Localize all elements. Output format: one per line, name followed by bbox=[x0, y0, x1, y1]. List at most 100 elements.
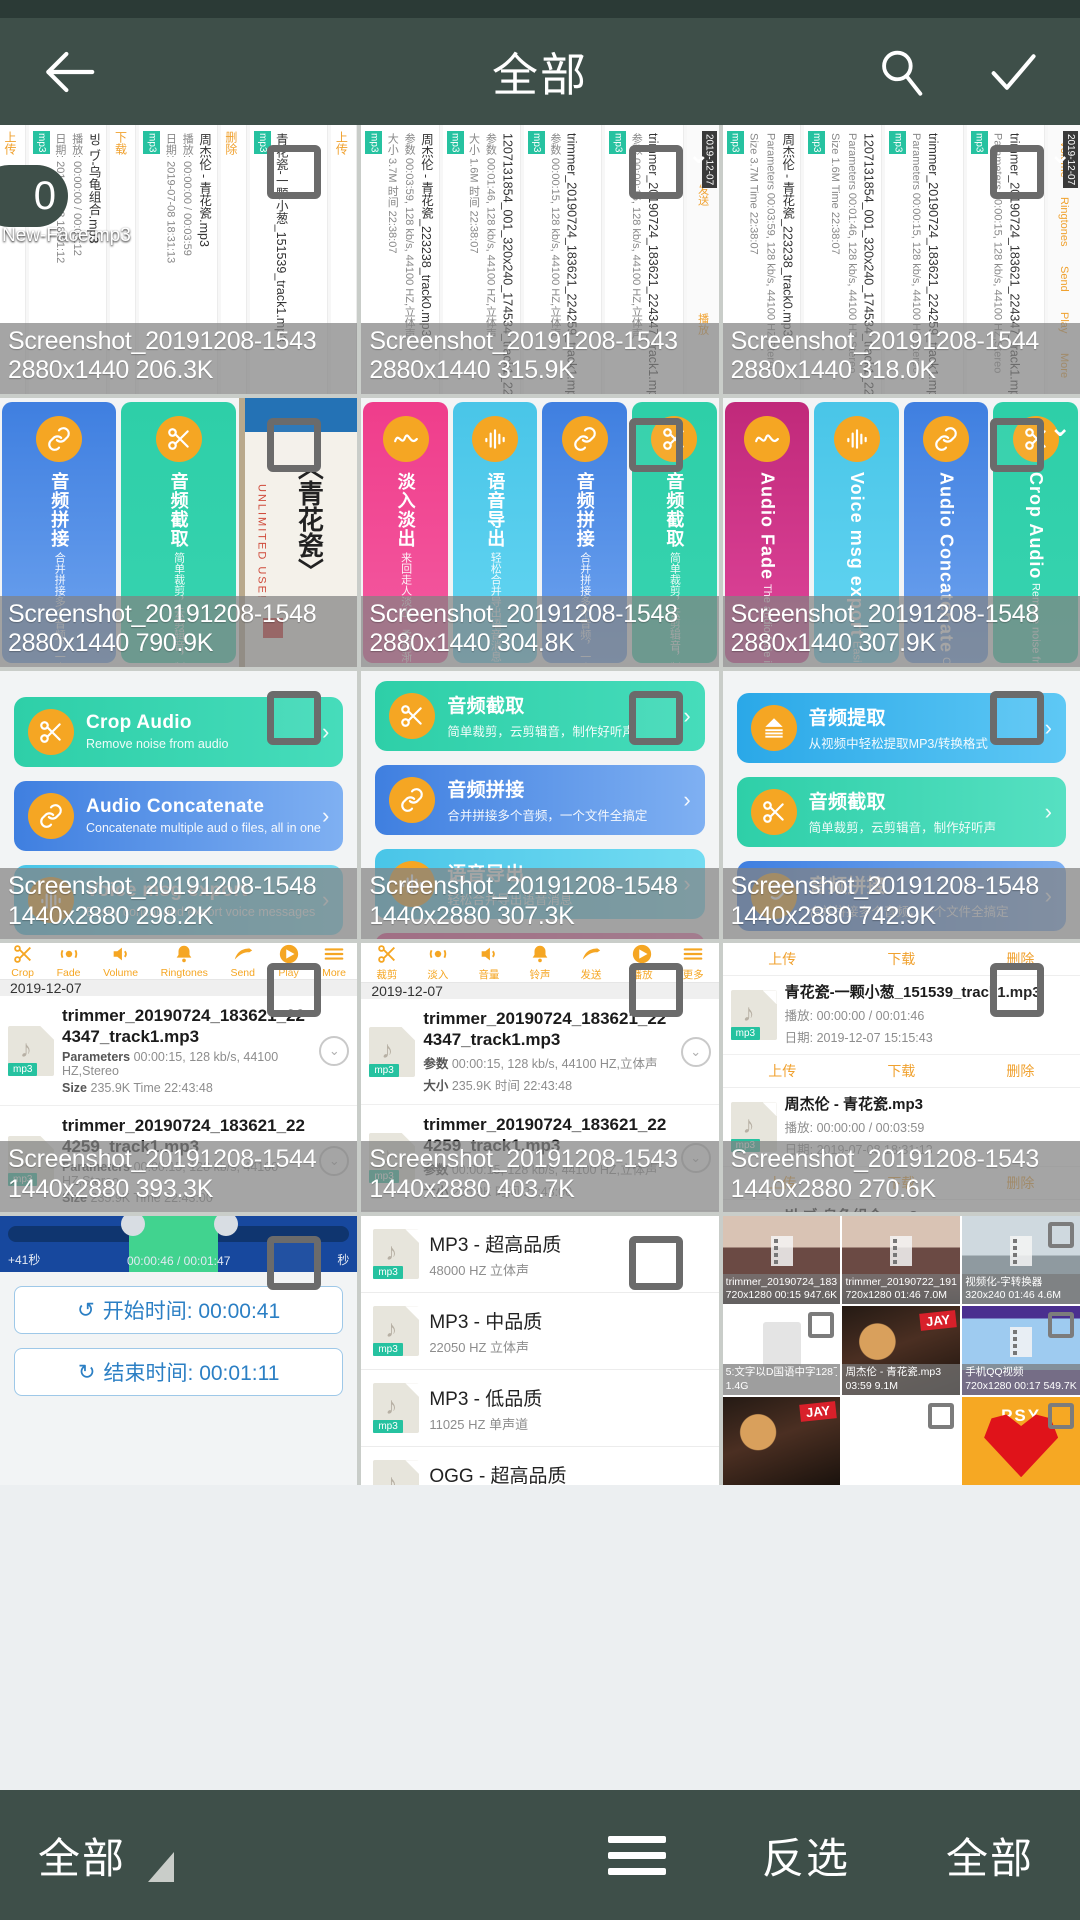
search-icon[interactable] bbox=[872, 43, 930, 101]
check-icon[interactable] bbox=[984, 43, 1042, 101]
grid-item[interactable]: trimmer_20190724_183621...720x1280 00:15… bbox=[722, 1216, 1080, 1485]
expand-chevron-icon[interactable]: ⌄ bbox=[319, 1035, 350, 1066]
media-tile[interactable]: JAY bbox=[722, 1396, 841, 1485]
select-checkbox[interactable] bbox=[990, 145, 1044, 199]
quality-row[interactable]: ♪ mp3 MP3 - 中品质 22050 HZ 立体声 bbox=[361, 1293, 719, 1371]
download-action[interactable]: 下载 bbox=[887, 1061, 915, 1081]
thumb-name: Screenshot_20191208-1548 bbox=[730, 599, 1040, 628]
grid-item[interactable]: 上传 mp3 빙 ヷ-乌龟组合.mp3 播放: 00:00:00 / 00:03… bbox=[0, 125, 358, 394]
mp3-chip: mp3 bbox=[33, 131, 50, 155]
grid-item[interactable]: Audio Fade The audio fade in and out, gi… bbox=[722, 397, 1080, 667]
card-subtitle: 简单裁剪，云剪辑音，制作好听声 bbox=[447, 725, 635, 740]
select-checkbox[interactable] bbox=[928, 1402, 955, 1429]
toolbar-volume[interactable]: Volume bbox=[103, 943, 138, 979]
media-tile[interactable]: 5:文字以D国语中字128丁富1.4G bbox=[722, 1306, 841, 1395]
card-subtitle: Remove noise from audio bbox=[86, 737, 229, 752]
feature-card[interactable]: 音频拼接 合并拼接多个音频，一个文件全搞定 › bbox=[375, 764, 705, 835]
select-checkbox[interactable] bbox=[628, 690, 683, 745]
thumbnail-caption: Screenshot_20191208-1543 1440x2880 403.7… bbox=[361, 1141, 719, 1213]
select-checkbox[interactable] bbox=[990, 963, 1044, 1018]
ringtones-label[interactable]: Ringtones bbox=[1058, 197, 1070, 247]
select-checkbox[interactable] bbox=[1048, 1222, 1074, 1249]
upload-action[interactable]: 上传 bbox=[768, 949, 796, 969]
select-checkbox[interactable] bbox=[808, 1312, 835, 1339]
thumb-meta: 2880x1440 304.8K bbox=[369, 629, 575, 658]
media-tile[interactable]: PSY bbox=[962, 1396, 1080, 1485]
invert-selection-button[interactable]: 反选 bbox=[762, 1825, 850, 1886]
expand-chevron-icon[interactable]: ⌄ bbox=[680, 1036, 711, 1067]
play-progress: 播放: 00:00:00 / 00:03:59 bbox=[784, 1121, 925, 1136]
expand-chevron-icon[interactable]: ⌄ bbox=[688, 139, 710, 170]
feature-card[interactable]: Audio Concatenate Concatenate multiple a… bbox=[14, 780, 344, 851]
media-tile[interactable]: trimmer_20190722_191934...720x1280 01:46… bbox=[842, 1216, 961, 1305]
media-tile[interactable]: trimmer_20190724_183621...720x1280 00:15… bbox=[722, 1216, 841, 1305]
select-checkbox[interactable] bbox=[990, 690, 1044, 745]
quality-row[interactable]: ♪ mp3 MP3 - 低品质 11025 HZ 单声道 bbox=[361, 1370, 719, 1448]
media-tile[interactable]: 视频化-字转换器 320x240 01:46 4.6M bbox=[962, 1216, 1080, 1305]
select-checkbox[interactable] bbox=[267, 1236, 322, 1291]
upload-action[interactable]: 上传 bbox=[768, 1061, 796, 1081]
filter-all-button[interactable]: 全部 bbox=[0, 1825, 175, 1886]
grid-item[interactable]: Crop Fade Volume Ringtones Send Play Mor… bbox=[0, 943, 358, 1213]
mp3-chip: mp3 bbox=[889, 131, 907, 155]
end-time-button[interactable]: ↻ 结束时间: 00:01:11 bbox=[14, 1348, 344, 1397]
feature-card[interactable]: 音频截取 简单裁剪，云剪辑音，制作好听声 › bbox=[736, 776, 1066, 847]
select-checkbox[interactable] bbox=[628, 145, 683, 199]
grid-item[interactable]: 上传 下载 删除 ♪ mp3 青花瓷-一颗小葱_151539_track1.mp3… bbox=[722, 943, 1080, 1213]
select-checkbox[interactable] bbox=[628, 417, 683, 472]
toolbar-more[interactable]: More bbox=[322, 943, 346, 979]
grid-item[interactable]: mp3 周杰伦 - 青花瓷_223238_track0.mp3 参数 00:03… bbox=[361, 125, 719, 394]
select-checkbox[interactable] bbox=[267, 417, 322, 472]
expand-chevron-icon[interactable]: ⌄ bbox=[1049, 412, 1071, 443]
card-subtitle: 合并拼接多个音频，一个文件全搞定 bbox=[447, 809, 648, 824]
delete-action[interactable]: 删除 bbox=[1006, 1061, 1034, 1081]
toolbar-crop[interactable]: 裁剪 bbox=[376, 943, 398, 982]
toolbar-send[interactable]: 发送 bbox=[580, 943, 602, 982]
hamburger-icon[interactable] bbox=[607, 1835, 666, 1875]
select-checkbox[interactable] bbox=[267, 963, 322, 1018]
toolbar-ringtones[interactable]: 铃声 bbox=[529, 943, 551, 982]
select-checkbox[interactable] bbox=[267, 145, 322, 199]
toolbar-fade[interactable]: 淡入 bbox=[427, 943, 449, 982]
toolbar-fade[interactable]: Fade bbox=[57, 943, 81, 979]
back-button[interactable] bbox=[38, 41, 100, 103]
grid-item[interactable]: ♪ mp3 MP3 - 超高品质 48000 HZ 立体声 ♪ mp3 MP3 - … bbox=[361, 1216, 719, 1485]
expand-chevron-icon[interactable]: ⌄ bbox=[1049, 139, 1071, 170]
grid-item[interactable]: +41秒 00:00:46 / 00:01:47 秒 ↺ 开始时间: 00:00… bbox=[0, 1216, 358, 1485]
select-checkbox[interactable] bbox=[1048, 1312, 1074, 1339]
select-checkbox[interactable] bbox=[267, 690, 322, 745]
send-label[interactable]: Send bbox=[1058, 266, 1070, 292]
select-checkbox[interactable] bbox=[628, 1236, 683, 1291]
select-checkbox[interactable] bbox=[990, 417, 1044, 472]
mp3-chip: mp3 bbox=[808, 131, 825, 155]
media-tile[interactable]: JAY 周杰伦 - 青花瓷.mp3 03:59 9.1M bbox=[842, 1306, 961, 1395]
grid-item[interactable]: 音频拼接 合并拼接多个音频，一个文件全搞定 音频截取 简单裁剪，云剪辑音，制作好… bbox=[0, 397, 358, 667]
toolbar-more[interactable]: 更多 bbox=[682, 943, 704, 982]
trim-left-label: +41秒 bbox=[8, 1253, 41, 1268]
thumbnail-caption: Screenshot_20191208-1548 1440x2880 298.2… bbox=[0, 868, 358, 940]
media-tile[interactable]: 手机QQ视频 720x1280 00:17 549.7K bbox=[962, 1306, 1080, 1395]
grid-item[interactable]: 淡入淡出 来回走人淡出，柔和渐变 语音导出 轻松合并导出语音消息 音频拼接 合并… bbox=[361, 397, 719, 667]
toolbar-crop[interactable]: Crop bbox=[11, 943, 34, 979]
select-all-button[interactable]: 全部 bbox=[946, 1825, 1034, 1886]
media-tile[interactable] bbox=[842, 1396, 961, 1485]
rotate-left-icon: ↺ bbox=[77, 1298, 95, 1322]
toolbar-send[interactable]: Send bbox=[230, 943, 255, 979]
toolbar-volume[interactable]: 音量 bbox=[478, 943, 500, 982]
upload-label-2: 上传 bbox=[334, 131, 349, 155]
chevron-right-icon: › bbox=[1044, 714, 1052, 740]
card-title: 淡入淡出 bbox=[395, 471, 416, 548]
download-action[interactable]: 下载 bbox=[887, 949, 915, 969]
grid-item[interactable]: 音频截取 简单裁剪，云剪辑音，制作好听声 › 音频拼接 合并拼接多个音频，一个文… bbox=[361, 670, 719, 940]
select-checkbox[interactable] bbox=[628, 963, 683, 1018]
quality-row[interactable]: ♪mp3 OGG - 超高品质 48000 HZ 立体声 bbox=[361, 1447, 718, 1485]
grid-item[interactable]: [UNLIMITED USE!] 《青花瓷》 音频提取 从视频中轻松提取MP3/… bbox=[722, 670, 1080, 940]
toolbar-ringtones[interactable]: Ringtones bbox=[161, 943, 208, 979]
grid-item[interactable]: Crop Audio Remove noise from audio › Aud… bbox=[0, 670, 358, 940]
card-subtitle: Concatenate multiple aud o files, all in… bbox=[86, 821, 321, 836]
grid-item[interactable]: 裁剪 淡入 音量 铃声 发送 播放 更多 2019-12-07 ♪ mp3 tri… bbox=[361, 943, 719, 1213]
grid-item[interactable]: mp3 周杰伦 - 青花瓷_223238_track0.mp3 Paramete… bbox=[722, 125, 1080, 394]
start-time-button[interactable]: ↺ 开始时间: 00:00:41 bbox=[14, 1286, 344, 1335]
params-label: Parameters bbox=[62, 1050, 131, 1065]
select-checkbox[interactable] bbox=[1048, 1402, 1074, 1429]
